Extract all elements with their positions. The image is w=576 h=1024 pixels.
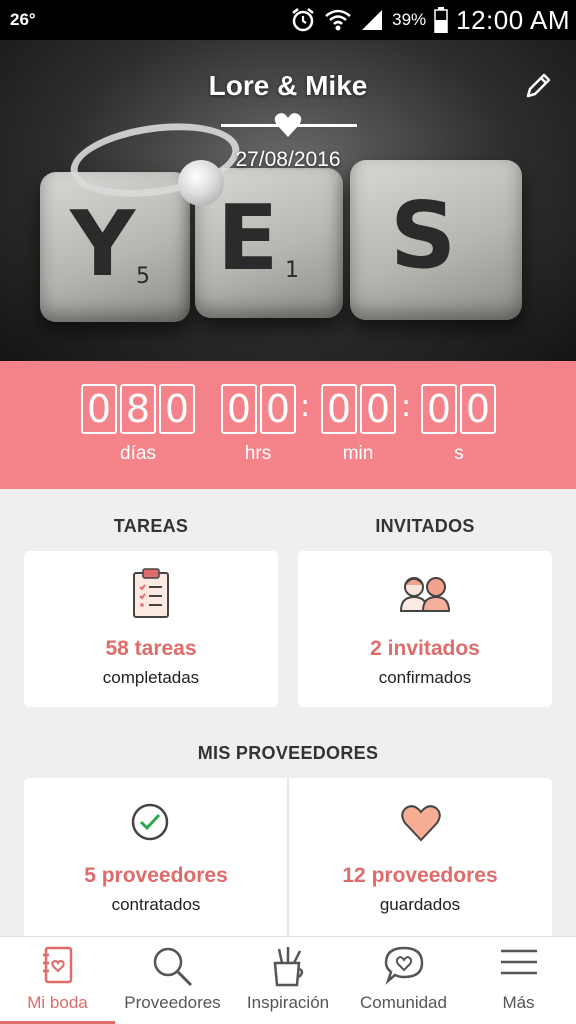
nav-label: Mi boda [27,993,88,1012]
edit-pencil-icon[interactable] [522,70,554,102]
guests-couple-icon [399,577,451,612]
vendors-saved-count: 12 proveedores [342,864,498,887]
tasks-count: 58 tareas [105,637,197,660]
clock: 12:00 AM [456,4,570,35]
heart-icon [401,805,441,842]
countdown-banner: 0 8 0 0 0 : 0 0 : 0 0 días hrs min s [0,361,576,489]
vendors-saved-caption: guardados [379,895,461,914]
hours-label: hrs [244,443,272,464]
signal-icon [360,8,384,32]
days-digit: 0 [159,384,195,434]
tasks-card[interactable]: 58 tareas completadas [24,551,278,707]
countdown-separator: : [401,389,412,424]
countdown-separator: : [300,389,311,424]
guests-card[interactable]: 2 invitados confirmados [298,551,552,707]
nav-label: Comunidad [360,993,447,1012]
seconds-digit: 0 [460,384,496,434]
vendors-hired[interactable]: 5 proveedores contratados [24,778,288,938]
minutes-digit: 0 [321,384,357,434]
vendors-saved[interactable]: 12 proveedores guardados [288,778,552,938]
temperature-indicator: 26° [10,10,36,29]
check-circle-icon [131,803,169,841]
countdown-seconds: 0 0 [421,384,496,434]
battery-icon [434,7,448,33]
pencil-cup-icon [273,947,304,987]
hours-digit: 0 [260,384,296,434]
vendors-section-title: MIS PROVEEDORES [197,743,379,763]
days-digit: 0 [81,384,117,434]
tasks-caption: completadas [102,668,200,687]
battery-percentage: 39% [392,10,427,29]
guests-section-title: INVITADOS [375,516,475,536]
days-digit: 8 [120,384,156,434]
notebook-icon [42,946,72,984]
status-bar: 26° 39% 12:00 AM [0,0,576,40]
hours-digit: 0 [221,384,257,434]
countdown-hours: 0 0 [221,384,296,434]
chat-heart-icon [384,946,423,985]
tasks-section-title: TAREAS [113,516,189,536]
wedding-hero-photo: Y 5 E 1 S Lore & Mike 27/08/2016 [0,40,576,361]
nav-inspiracion[interactable]: Inspiración [230,937,346,1024]
countdown-days: 0 8 0 [81,384,195,434]
nav-label: Inspiración [246,993,330,1012]
seconds-digit: 0 [421,384,457,434]
vendors-card: 5 proveedores contratados 12 proveedores… [24,778,552,938]
clipboard-checklist-icon [133,568,169,618]
minutes-digit: 0 [360,384,396,434]
nav-label: Proveedores [124,993,221,1012]
status-icons: 39% 12:00 AM [290,4,570,36]
menu-icon [500,949,537,975]
countdown-minutes: 0 0 [321,384,396,434]
nav-comunidad[interactable]: Comunidad [346,937,461,1024]
days-label: días [120,443,156,464]
bottom-navigation: Mi boda Proveedores Inspiración Comunida… [0,936,576,1024]
seconds-label: s [454,443,464,464]
nav-mas[interactable]: Más [461,937,576,1024]
search-icon [153,947,192,987]
minutes-label: min [342,443,374,464]
wedding-date: 27/08/2016 [235,148,341,171]
alarm-icon [290,7,316,33]
nav-mi-boda[interactable]: Mi boda [0,937,115,1024]
wifi-icon [324,8,352,32]
nav-label: Más [502,993,535,1012]
heart-icon [274,113,302,137]
guests-caption: confirmados [378,668,472,687]
photo-cube-s: S [350,160,522,320]
vendors-hired-caption: contratados [111,895,201,914]
guests-count: 2 invitados [370,637,480,660]
nav-proveedores[interactable]: Proveedores [115,937,230,1024]
couple-names: Lore & Mike [208,70,368,101]
vendors-hired-count: 5 proveedores [84,864,228,887]
